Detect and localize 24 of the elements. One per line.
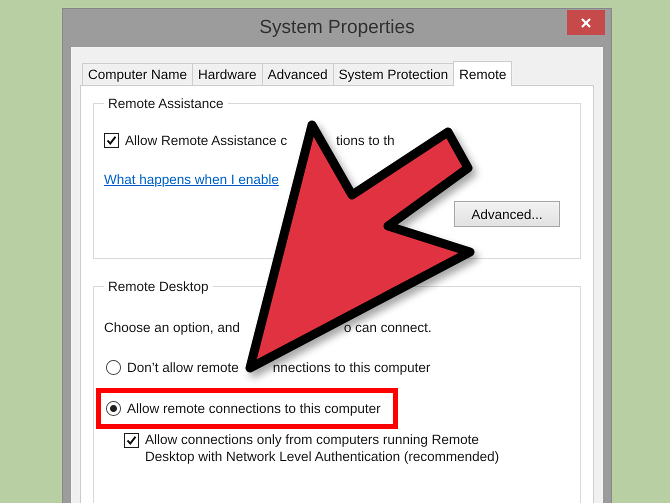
instruction-text: o can connect. (344, 320, 432, 335)
tab[interactable]: System Protection (332, 63, 454, 85)
option-label: nnections to this computer (272, 360, 430, 375)
radio-button[interactable] (106, 360, 121, 375)
check-icon (106, 135, 117, 146)
close-button[interactable] (567, 10, 605, 35)
advanced-button[interactable]: Advanced... (454, 201, 560, 227)
checkbox-label: tions to th (336, 133, 395, 148)
checkbox-label: Allow Remote Assistance c (125, 133, 288, 148)
group-heading: Remote Desktop (107, 279, 210, 294)
window-title: System Properties (259, 17, 415, 39)
help-link[interactable]: What happens when I enable (104, 172, 279, 187)
option-label: Allow remote connections to this computer (127, 401, 381, 416)
group-heading: Remote Assistance (107, 96, 225, 111)
checkbox-label: Allow connections only from computers running Remote Desktop with Network Level Authentication (recommended) (145, 431, 500, 465)
option-label: Don’t allow remote (127, 360, 239, 375)
radio-button[interactable] (106, 401, 121, 416)
instruction-text: Choose an option, and (104, 320, 240, 335)
tab[interactable]: Computer Name (82, 63, 194, 85)
close-icon (580, 16, 592, 28)
check-icon (126, 435, 137, 446)
checkbox[interactable] (104, 133, 119, 148)
checkbox[interactable] (124, 433, 139, 448)
tab[interactable]: Remote (453, 61, 512, 86)
